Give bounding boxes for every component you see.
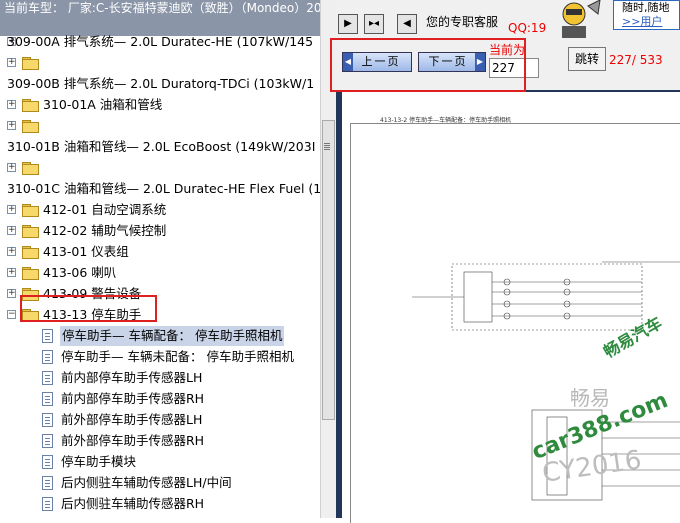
tree-leaf-label: 前外部停车助手传感器RH — [61, 433, 205, 448]
tree-leaf-label: 前外部停车助手传感器LH — [61, 412, 203, 427]
tree-node-item[interactable]: +310-01A 油箱和管线 — [0, 95, 320, 115]
expand-icon[interactable]: + — [7, 205, 16, 214]
tree-node-item[interactable]: 310-01C 油箱和管线— 2.0L Duratec-HE Flex Fuel… — [0, 179, 322, 199]
ad-line2[interactable]: >>用户 — [622, 15, 679, 29]
folder-icon — [22, 225, 39, 238]
document-icon — [42, 455, 53, 469]
tree-node-item[interactable]: 309-00B 排气系统— 2.0L Duratorq-TDCi (103kW/… — [0, 74, 320, 94]
tree-node-item[interactable]: +413-01 仪表组 — [0, 242, 320, 262]
folder-icon — [22, 267, 39, 280]
tree-node-label: 310-01C 油箱和管线— 2.0L Duratec-HE Flex Fuel… — [7, 181, 322, 196]
document-icon — [42, 371, 53, 385]
jump-button[interactable]: 跳转 — [568, 47, 606, 71]
page-count: 227/ 533 — [609, 53, 663, 67]
tree-node-label: 309-00B 排气系统— 2.0L Duratorq-TDCi (103kW/… — [7, 76, 315, 91]
tree-leaf-label: 后内侧驻车辅助传感器RH — [61, 496, 205, 511]
expand-icon[interactable]: + — [7, 121, 16, 130]
play-icon[interactable]: ▶ — [338, 14, 358, 34]
folder-icon — [22, 99, 39, 112]
scrollbar-grip-icon — [324, 143, 330, 144]
qq-link[interactable]: QQ:19 — [508, 21, 546, 35]
tree-node-item[interactable]: + — [0, 158, 320, 178]
tree-node-label: 412-02 辅助气候控制 — [43, 223, 167, 238]
folder-icon — [22, 162, 39, 175]
tree-leaf-item[interactable]: 停车助手— 车辆配备： 停车助手照相机 — [0, 326, 320, 346]
wiring-diagram-page: 413-13-2 停车助手—车辆配备：停车助手照相机 畅易汽车 畅易 car38… — [342, 92, 680, 523]
folder-icon — [22, 57, 39, 70]
tree-node-label: 413-01 仪表组 — [43, 244, 129, 259]
tree-leaf-item[interactable]: 停车助手— 车辆未配备： 停车助手照相机 — [0, 347, 320, 367]
tree-node-label: 413-06 喇叭 — [43, 265, 117, 280]
tree-node-item[interactable]: +309-00A 排气系统— 2.0L Duratec-HE (107kW/14… — [0, 32, 320, 52]
tree-node-label: 310-01B 油箱和管线— 2.0L EcoBoost (149kW/203I — [7, 139, 316, 154]
expand-icon[interactable]: + — [7, 100, 16, 109]
back-icon[interactable]: ◀ — [397, 14, 417, 34]
tree-leaf-item[interactable]: 后内侧驻车辅助传感器RH — [0, 494, 320, 514]
tree-node-label: 309-00A 排气系统— 2.0L Duratec-HE (107kW/145 — [7, 34, 314, 49]
wiring-diagram — [412, 261, 680, 501]
ad-box[interactable]: 随时,随地 >>用户 — [613, 0, 680, 30]
expand-icon[interactable]: + — [7, 268, 16, 277]
scrollbar-thumb[interactable] — [322, 120, 335, 420]
vehicle-value: 厂家:C-长安福特蒙迪欧（致胜）（Mondeo）2011-2013 — [67, 1, 320, 15]
folder-icon — [22, 120, 39, 133]
tree-node-label: 310-01A 油箱和管线 — [43, 97, 163, 112]
expand-icon[interactable]: + — [7, 289, 16, 298]
top-toolbar: ▶ ▸◂ ◀ 您的专职客服 QQ:19 随时,随地 >>用户 — [336, 0, 680, 40]
tree-leaf-label: 后内侧驻车辅助传感器LH/中间 — [61, 475, 232, 490]
tree-leaf-item[interactable]: 前外部停车助手传感器LH — [0, 410, 320, 430]
ad-line1: 随时,随地 — [622, 1, 670, 14]
tree-leaf-label: 停车助手模块 — [61, 454, 137, 469]
document-icon — [42, 413, 53, 427]
tree-leaf-item[interactable]: 前内部停车助手传感器LH — [0, 368, 320, 388]
tree-leaf-item[interactable]: 前外部停车助手传感器RH — [0, 431, 320, 451]
tree-node-item[interactable]: + — [0, 116, 320, 136]
document-icon — [42, 350, 53, 364]
expand-icon[interactable]: + — [7, 58, 16, 67]
document-icon — [42, 497, 53, 511]
document-icon — [42, 476, 53, 490]
tree-node-item[interactable]: +412-02 辅助气候控制 — [0, 221, 320, 241]
folder-icon — [22, 246, 39, 259]
mascot-logo — [562, 0, 601, 38]
tree-node-item[interactable]: +413-06 喇叭 — [0, 263, 320, 283]
folder-icon — [22, 204, 39, 217]
selected-node-highlight — [20, 295, 157, 322]
viewer-panel: ▶ ▸◂ ◀ 您的专职客服 QQ:19 随时,随地 >>用户 ◀ 上一页 下一页… — [330, 0, 680, 523]
expand-icon[interactable]: + — [7, 247, 16, 256]
tree-panel: 当前车型： 厂家:C-长安福特蒙迪欧（致胜）（Mondeo）2011-2013 … — [0, 0, 335, 518]
tree-leaf-item[interactable]: 停车助手模块 — [0, 452, 320, 472]
document-icon — [42, 434, 53, 448]
vehicle-header: 当前车型： 厂家:C-长安福特蒙迪欧（致胜）（Mondeo）2011-2013 — [0, 0, 320, 36]
expand-icon[interactable]: + — [7, 226, 16, 235]
tree-leaf-label: 前内部停车助手传感器LH — [61, 370, 203, 385]
tree-node-item[interactable]: +412-01 自动空调系统 — [0, 200, 320, 220]
tree-node-item[interactable]: + — [0, 53, 320, 73]
tree-leaf-label: 停车助手— 车辆配备： 停车助手照相机 — [60, 326, 285, 346]
nav-highlight-box — [330, 38, 526, 92]
fit-icon[interactable]: ▸◂ — [364, 14, 384, 34]
tree-leaf-item[interactable]: 前内部停车助手传感器RH — [0, 389, 320, 409]
tree-node-item[interactable]: 310-01B 油箱和管线— 2.0L EcoBoost (149kW/203I — [0, 137, 320, 157]
vehicle-label: 当前车型： — [4, 1, 65, 15]
document-icon — [42, 392, 53, 406]
tree-leaf-item[interactable]: 后内侧驻车辅助传感器LH/中间 — [0, 473, 320, 493]
expand-icon[interactable]: + — [7, 163, 16, 172]
tree-node-label: 412-01 自动空调系统 — [43, 202, 167, 217]
customer-service-text[interactable]: 您的专职客服 — [426, 13, 498, 30]
document-icon — [42, 329, 53, 343]
tree-leaf-label: 停车助手— 车辆未配备： 停车助手照相机 — [61, 349, 294, 364]
tree-leaf-label: 前内部停车助手传感器RH — [61, 391, 205, 406]
collapse-icon[interactable]: − — [7, 310, 16, 319]
